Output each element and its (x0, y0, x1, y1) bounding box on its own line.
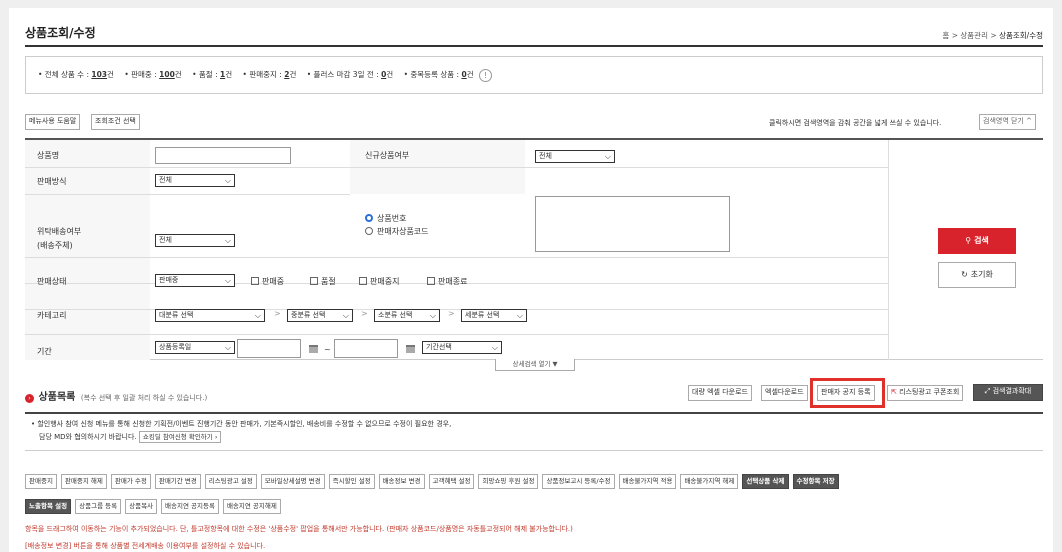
status-checkbox-ended[interactable]: 판매종료 (427, 276, 467, 287)
action-button[interactable]: 즉시할인 설정 (328, 474, 375, 489)
title-divider (25, 45, 1043, 47)
reset-button[interactable]: ↻ 초기화 (938, 262, 1016, 288)
breadcrumb-section[interactable]: 상품관리 (960, 31, 988, 40)
chevron-right-icon: > (448, 309, 455, 318)
status-checkbox-soldout[interactable]: 품절 (310, 276, 336, 287)
product-name-input[interactable] (155, 147, 291, 164)
category-mid-select[interactable]: 중분류 선택 ⌵ (287, 309, 353, 322)
list-title-row: › 상품목록 (복수 선택 후 일괄 처리 하실 수 있습니다.) (25, 388, 207, 403)
consign-label: 위탁배송여부 (배송주체) (37, 227, 82, 250)
chevron-right-icon: > (274, 309, 281, 318)
search-form: 상품명 신규상품여부 전체 ⌵ 판매방식 전체 ⌵ 상품번호 판매자상품코드 위탁배… (25, 138, 1043, 360)
action-button[interactable]: 배송불가지역 적용 (618, 474, 677, 489)
calendar-icon[interactable] (406, 345, 415, 353)
category-small-select[interactable]: 소분류 선택 ⌵ (374, 309, 440, 322)
summary-total-count[interactable]: 103 (91, 70, 107, 79)
action-button[interactable]: 노출항목 설정 (25, 499, 72, 514)
coupon-icon: ⇱ (891, 388, 897, 396)
action-button[interactable]: 배송지연 공지등록 (161, 499, 219, 514)
new-product-label: 신규상품여부 (365, 151, 410, 160)
collapse-hint: 클릭하시면 검색영역을 감춰 공간을 넓게 쓰실 수 있습니다. (769, 119, 942, 127)
list-bullet-icon: › (25, 394, 34, 403)
bulk-excel-download-button[interactable]: 대량 엑셀 다운로드 (688, 385, 752, 401)
expand-results-button[interactable]: ⤢ 검색결과확대 (973, 384, 1043, 401)
shocking-deal-link[interactable]: 쇼킹딜 참여신청 확인하기 › (138, 431, 222, 443)
new-product-select[interactable]: 전체 ⌵ (535, 150, 615, 163)
action-button[interactable]: 선택상품 삭제 (742, 474, 789, 489)
period-type-select[interactable]: 상품등록일 ⌵ (155, 341, 235, 354)
category-detail-select[interactable]: 세분류 선택 ⌵ (461, 309, 527, 322)
help-button[interactable]: 메뉴사용 도움말 (25, 114, 81, 130)
breadcrumb: 홈 > 상품관리 > 상품조회/수정 (942, 31, 1043, 40)
detail-search-toggle[interactable]: 상세검색 열기 ▼ (495, 359, 575, 371)
consign-select[interactable]: 전체 ⌵ (155, 234, 235, 247)
action-row-2: 노출항목 설정 상품그룹 등록 상품복사 배송지연 공지등록 배송지연 공지해제 (25, 499, 1045, 515)
action-button[interactable]: 모바일상세설명 변경 (260, 474, 325, 489)
category-label: 카테고리 (37, 311, 67, 320)
period-range-select[interactable]: 기간선택 ⌵ (422, 341, 502, 354)
list-title: 상품목록 (38, 392, 76, 403)
seller-notice-register-button[interactable]: 판매자 공지 등록 (817, 385, 875, 401)
calendar-icon[interactable] (309, 345, 318, 353)
search-icon: ⚲ (965, 236, 972, 245)
action-button[interactable]: 상품그룹 등록 (75, 499, 122, 514)
action-button[interactable]: 배송불가지역 해제 (680, 474, 739, 489)
radio-product-no[interactable]: 상품번호 (365, 213, 406, 224)
product-name-label: 상품명 (37, 151, 60, 160)
breadcrumb-current: 상품조회/수정 (999, 31, 1043, 40)
radio-seller-code[interactable]: 판매자상품코드 (365, 226, 429, 237)
status-checkbox-stopped[interactable]: 판매중지 (359, 276, 399, 287)
action-button[interactable]: 판매중지 해제 (60, 474, 107, 489)
page: 상품조회/수정 홈 > 상품관리 > 상품조회/수정 • 전체 상품 수 : 1… (9, 8, 1053, 552)
info-icon[interactable]: ! (478, 68, 492, 82)
sale-method-select[interactable]: 전체 ⌵ (155, 174, 235, 187)
category-large-select[interactable]: 대분류 선택 ⌵ (155, 309, 265, 322)
action-button[interactable]: 배송정보 변경 (378, 474, 425, 489)
action-button[interactable]: 판매중지 (25, 474, 57, 489)
summary-dup: • 중복등록 상품 : 0건 (403, 70, 474, 79)
action-button[interactable]: 고객혜택 설정 (428, 474, 475, 489)
footer-note-1: 항목을 드래그하여 이동하는 기능이 추가되었습니다. 단, 틀고정항목에 대한… (25, 525, 573, 533)
period-start-input[interactable] (237, 339, 301, 358)
period-label: 기간 (37, 347, 52, 356)
summary-plus: • 플러스 마감 3일 전 : 0건 (306, 70, 394, 79)
sale-method-label: 판매방식 (37, 177, 67, 186)
action-button[interactable]: 상품정보고시 등록/수정 (542, 474, 615, 489)
list-divider (25, 412, 1043, 414)
product-code-textarea[interactable] (535, 196, 730, 252)
list-subtitle: (복수 선택 후 일괄 처리 하실 수 있습니다.) (80, 394, 208, 402)
footer-note-2: [배송정보 변경] 버튼을 통해 상품별 전세계배송 이용여부를 설정하실 수 … (25, 542, 266, 550)
action-button[interactable]: 희망쇼핑 후원 설정 (478, 474, 539, 489)
select-condition-button[interactable]: 조회조건 선택 (91, 114, 140, 130)
action-button[interactable]: 판매가 수정 (110, 474, 151, 489)
sale-status-select[interactable]: 판매중 ⌵ (155, 274, 235, 287)
refresh-icon: ↻ (961, 270, 968, 279)
expand-icon: ⤢ (984, 387, 991, 395)
action-button[interactable]: 상품복사 (125, 499, 158, 514)
search-button[interactable]: ⚲ 검색 (938, 228, 1016, 254)
action-button[interactable]: 리스팅광고 설정 (204, 474, 257, 489)
summary-box: • 전체 상품 수 : 103건 • 판매중 : 100건 • 품절 : 1건 … (25, 56, 1043, 94)
page-title: 상품조회/수정 (25, 26, 96, 40)
summary-soldout: • 품절 : 1건 (192, 70, 233, 79)
action-button[interactable]: 배송지연 공지해제 (222, 499, 281, 514)
breadcrumb-home[interactable]: 홈 (942, 31, 949, 40)
listing-coupon-button[interactable]: ⇱ 리스팅광고 쿠폰조회 (887, 385, 964, 401)
collapse-search-button[interactable]: 검색영역 닫기 ^ (979, 114, 1036, 130)
summary-selling-count[interactable]: 100 (159, 70, 175, 79)
action-button[interactable]: 수정항목 저장 (792, 474, 839, 489)
period-end-input[interactable] (334, 339, 398, 358)
period-separator: ~ (324, 345, 331, 354)
status-checkbox-selling[interactable]: 판매중 (251, 276, 284, 287)
summary-selling: • 판매중 : 100건 (124, 70, 182, 79)
summary-stopped: • 판매중지 : 2건 (242, 70, 297, 79)
action-button[interactable]: 판매기간 변경 (154, 474, 201, 489)
action-row-1: 판매중지 판매중지 해제 판매가 수정 판매기간 변경 리스팅광고 설정 모바일상세설명 … (25, 474, 1045, 490)
excel-download-button[interactable]: 엑셀다운로드 (761, 385, 808, 401)
sale-status-label: 판매상태 (37, 277, 67, 286)
notice-text: • 할인행사 참여 신청 메뉴를 통해 신청한 기획전/이벤트 진행기간 동안 … (31, 420, 452, 443)
summary-total: • 전체 상품 수 : 103건 (38, 70, 114, 79)
chevron-right-icon: > (361, 309, 368, 318)
